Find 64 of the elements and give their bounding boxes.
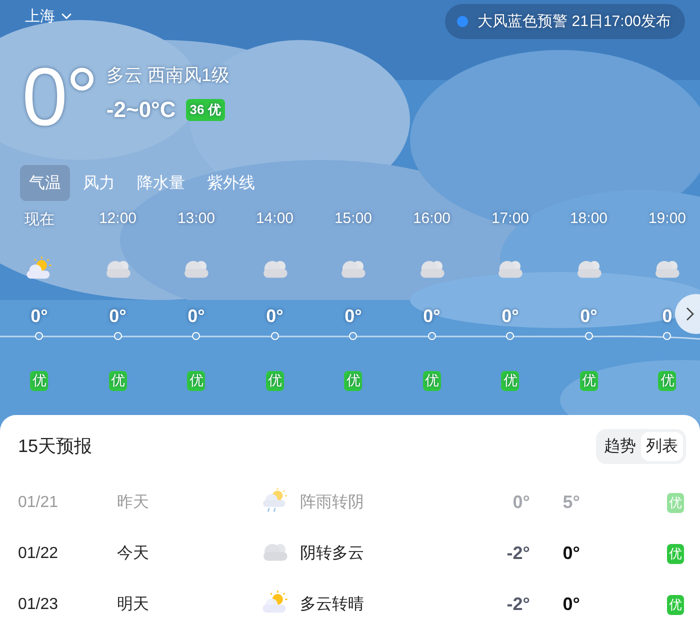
weather-alert[interactable]: 大风蓝色预警 21日17:00发布 xyxy=(444,4,685,38)
forecast-condition: 多云转晴 xyxy=(300,594,365,615)
high-temperature: 5° xyxy=(562,492,580,513)
weather-condition: 多云 西南风1级 xyxy=(106,64,230,87)
aqi-badge: 36 优 xyxy=(186,99,225,121)
low-temperature: 0° xyxy=(512,492,530,513)
hour-temperature: 0° xyxy=(266,306,284,328)
rain-sun-cloud-icon xyxy=(260,488,290,512)
aqi-badge: 优 xyxy=(344,371,362,391)
hour-label: 15:00 xyxy=(334,210,372,229)
aqi-badge: 优 xyxy=(108,371,127,391)
low-temperature: -2° xyxy=(506,543,530,564)
aqi-badge: 优 xyxy=(580,371,598,391)
section-title: 15天预报 xyxy=(18,435,92,458)
hour-temperature: 0° xyxy=(344,306,362,328)
forecast-day: 今天 xyxy=(117,543,260,564)
forecast-condition: 阵雨转阴 xyxy=(300,493,365,513)
forecast-day: 明天 xyxy=(117,594,260,615)
forecast-date: 01/22 xyxy=(18,544,60,562)
alert-text: 大风蓝色预警 21日17:00发布 xyxy=(478,12,671,30)
hour-label: 12:00 xyxy=(98,210,137,229)
temperature-range: -2~0°C xyxy=(106,97,176,123)
high-temperature: 0° xyxy=(562,594,580,615)
chevron-down-icon xyxy=(61,13,72,20)
metric-tab[interactable]: 紫外线 xyxy=(198,165,264,201)
forecast-date: 01/21 xyxy=(18,494,60,512)
forecast-date: 01/23 xyxy=(18,596,60,614)
metric-tab[interactable]: 气温 xyxy=(20,165,70,201)
aqi-badge: 优 xyxy=(667,544,684,564)
view-option[interactable]: 列表 xyxy=(641,432,683,460)
hour-label: 14:00 xyxy=(256,210,294,229)
hour-temperature: 0° xyxy=(109,306,126,328)
sun-cloud-icon xyxy=(260,590,290,614)
hour-label: 19:00 xyxy=(648,210,686,229)
hour-temperature: 0° xyxy=(423,306,440,328)
aqi-badge: 优 xyxy=(667,492,684,512)
hour-temperature: 0 xyxy=(662,306,672,328)
aqi-badge: 优 xyxy=(667,594,684,614)
hour-label: 现在 xyxy=(24,210,54,230)
forecast-condition: 阴转多云 xyxy=(300,544,365,564)
forecast-day: 昨天 xyxy=(117,492,260,513)
sun-cloud-icon xyxy=(24,256,54,280)
view-option[interactable]: 趋势 xyxy=(599,432,641,460)
city-selector[interactable]: 上海 xyxy=(25,7,72,26)
low-temperature: -2° xyxy=(506,594,530,615)
hour-label: 13:00 xyxy=(177,210,216,229)
chevron-right-icon xyxy=(686,307,694,321)
hour-temperature: 0° xyxy=(30,306,48,328)
metric-tab[interactable]: 降水量 xyxy=(128,165,194,201)
hour-temperature: 0° xyxy=(188,306,205,328)
aqi-badge: 优 xyxy=(501,371,520,391)
hour-temperature: 0° xyxy=(580,306,598,328)
aqi-badge: 优 xyxy=(187,371,206,391)
metric-tab[interactable]: 风力 xyxy=(74,165,124,201)
hour-label: 17:00 xyxy=(491,210,530,229)
hour-temperature: 0° xyxy=(502,306,519,328)
aqi-badge: 优 xyxy=(266,371,284,391)
hour-label: 16:00 xyxy=(412,210,451,229)
aqi-badge: 优 xyxy=(30,371,48,391)
current-temperature: 0° xyxy=(22,55,96,141)
hour-label: 18:00 xyxy=(570,210,608,229)
aqi-badge: 优 xyxy=(422,371,441,391)
high-temperature: 0° xyxy=(562,543,580,564)
aqi-badge: 优 xyxy=(658,371,676,391)
